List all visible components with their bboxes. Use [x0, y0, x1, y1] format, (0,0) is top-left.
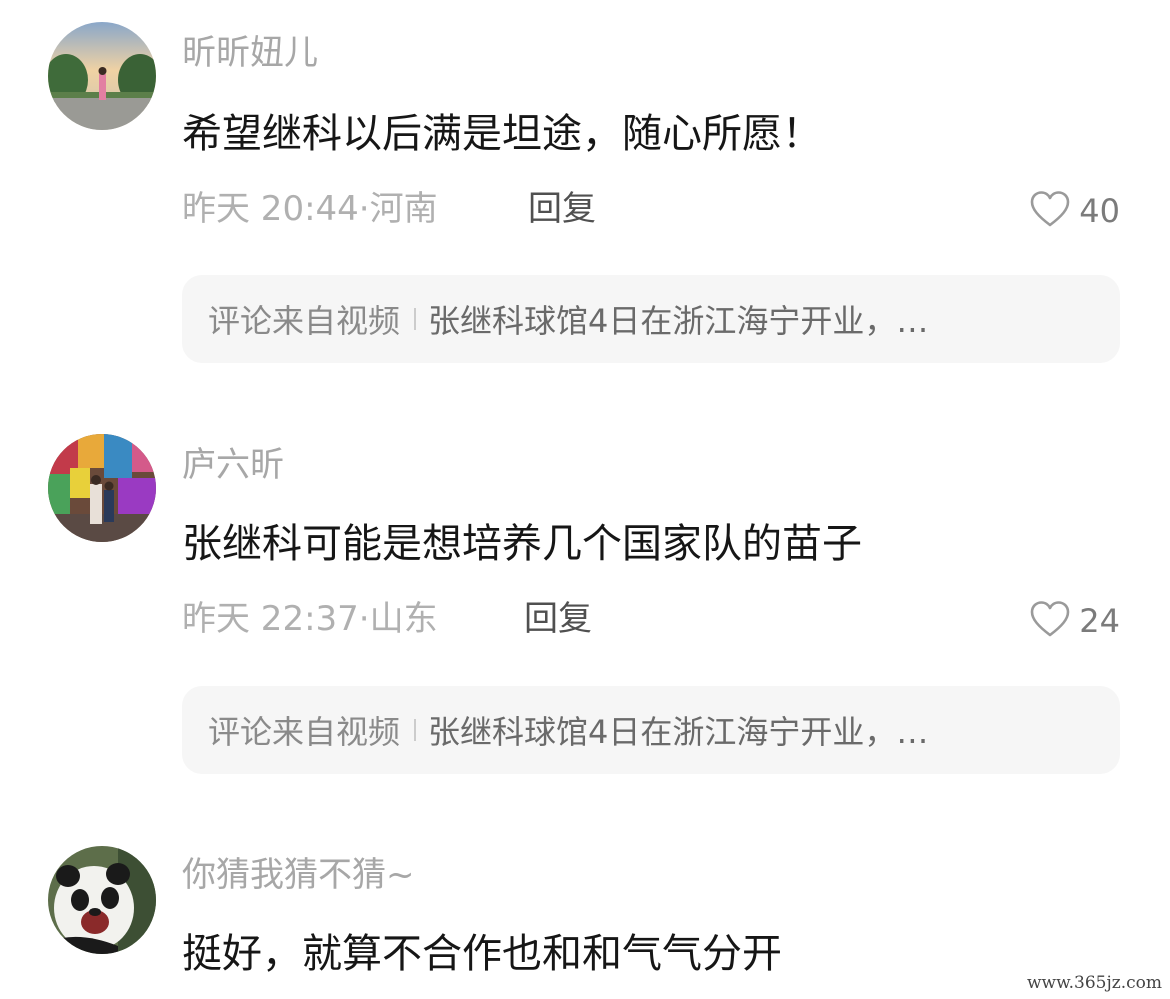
meta-separator: · [358, 189, 370, 229]
avatar[interactable] [48, 22, 156, 130]
like-count: 24 [1079, 601, 1120, 640]
comment-meta: 昨天 22:37·山东 [182, 602, 438, 636]
avatar[interactable] [48, 846, 156, 954]
comment-text: 挺好，就算不合作也和和气气分开 [182, 931, 782, 977]
comment-time: 昨天 22:37 [182, 599, 359, 639]
comment-item: 昕昕妞儿 希望继科以后满是坦途，随心所愿！ 昨天 20:44·河南 回复 40 … [0, 0, 1170, 380]
watermark: www.365jz.com [1027, 973, 1162, 993]
comment-location: 山东 [369, 599, 438, 639]
heart-outline-icon [1029, 190, 1071, 231]
reply-button[interactable]: 回复 [528, 192, 596, 226]
like-count: 40 [1079, 191, 1120, 230]
comment-location: 河南 [369, 189, 438, 229]
like-button[interactable]: 24 [1029, 600, 1120, 641]
comment-text: 希望继科以后满是坦途，随心所愿！ [182, 111, 822, 157]
reply-button[interactable]: 回复 [524, 602, 592, 636]
comment-username[interactable]: 昕昕妞儿 [182, 36, 318, 70]
source-video-title: 张继科球馆4日在浙江海宁开业，… [428, 302, 929, 340]
source-video-title: 张继科球馆4日在浙江海宁开业，… [428, 713, 929, 751]
source-label: 评论来自视频 [208, 302, 401, 340]
video-source-link[interactable]: 评论来自视频 张继科球馆4日在浙江海宁开业，… [182, 686, 1120, 774]
source-divider [414, 719, 417, 741]
heart-outline-icon [1029, 600, 1071, 641]
source-label: 评论来自视频 [208, 713, 401, 751]
comment-username[interactable]: 你猜我猜不猜~ [182, 858, 415, 892]
comment-username[interactable]: 庐六昕 [182, 448, 284, 482]
video-source-link[interactable]: 评论来自视频 张继科球馆4日在浙江海宁开业，… [182, 275, 1120, 363]
meta-separator: · [358, 599, 370, 639]
like-button[interactable]: 40 [1029, 190, 1120, 231]
avatar[interactable] [48, 434, 156, 542]
source-divider [414, 308, 417, 330]
comment-meta: 昨天 20:44·河南 [182, 192, 438, 226]
comment-time: 昨天 20:44 [182, 189, 359, 229]
comment-text: 张继科可能是想培养几个国家队的苗子 [182, 521, 862, 567]
